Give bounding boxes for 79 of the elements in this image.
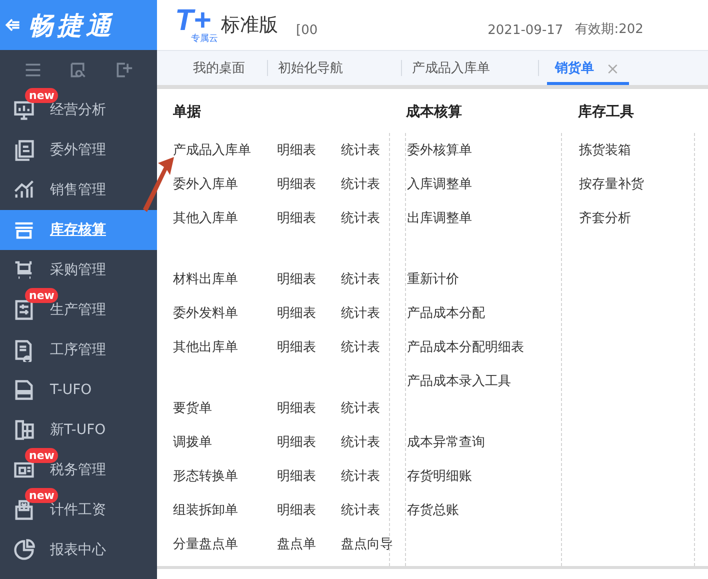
menu-link[interactable]: 盘点单 <box>277 535 341 553</box>
date-text: 2021-09-17 <box>488 23 564 38</box>
section-heading: 库存工具 <box>578 103 635 122</box>
menu-link[interactable]: 明细表 <box>277 399 341 417</box>
menu-link[interactable]: 其他入库单 <box>173 209 277 227</box>
menu-link[interactable]: 入库调整单 <box>407 175 472 193</box>
menu-link[interactable]: 明细表 <box>277 270 341 288</box>
menu-link[interactable]: 统计表 <box>341 399 380 417</box>
edition-label: 标准版 <box>221 13 278 38</box>
search-icon[interactable] <box>69 61 88 79</box>
sidebar-item[interactable]: new 经营分析 <box>0 90 157 130</box>
menu-link[interactable]: 出库调整单 <box>407 209 472 227</box>
brand-logo: 畅捷通 <box>28 10 115 42</box>
menu-link[interactable]: 存货总账 <box>407 501 459 519</box>
menu-link[interactable]: 统计表 <box>341 338 380 356</box>
menu-link[interactable]: 明细表 <box>277 209 341 227</box>
menu-link[interactable]: 盘点向导 <box>341 535 393 553</box>
validity-text: 有效期:202 <box>575 21 644 38</box>
menu-link[interactable]: 统计表 <box>341 467 380 485</box>
menu-link[interactable]: 统计表 <box>341 141 380 159</box>
menu-link[interactable]: 要货单 <box>173 399 277 417</box>
tab[interactable]: 我的桌面 <box>191 51 259 85</box>
sidebar-item[interactable]: 采购管理 <box>0 250 157 290</box>
menu-link[interactable]: 产成品入库单 <box>173 141 277 159</box>
company-name: [00 <box>296 23 318 38</box>
menu-link[interactable]: 存货明细账 <box>407 467 472 485</box>
section-heading: 单据 <box>173 103 202 122</box>
sidebar-item[interactable]: 工序管理 <box>0 330 157 370</box>
menu-link[interactable]: 明细表 <box>277 467 341 485</box>
menu-item-icon <box>12 538 36 562</box>
menu-link[interactable]: 明细表 <box>277 338 341 356</box>
menu-link[interactable]: 分量盘点单 <box>173 535 277 553</box>
menu-icon[interactable] <box>24 61 42 79</box>
back-arrow-icon[interactable] <box>4 16 22 34</box>
section-heading: 成本核算 <box>406 103 463 122</box>
sidebar-item[interactable]: 委外管理 <box>0 130 157 170</box>
sidebar-item[interactable]: 新T-UFO <box>0 410 157 450</box>
menu-link[interactable]: 成本异常查询 <box>407 433 485 451</box>
tab[interactable]: 初始化导航 <box>276 51 393 85</box>
menu-link[interactable]: 材料出库单 <box>173 270 277 288</box>
new-badge: new <box>25 488 58 503</box>
menu-link[interactable]: 组装拆卸单 <box>173 501 277 519</box>
menu-link[interactable]: 产品成本分配明细表 <box>407 338 524 356</box>
menu-link[interactable]: 明细表 <box>277 175 341 193</box>
sidebar-item[interactable]: T-UFO <box>0 370 157 410</box>
sidebar-item[interactable]: new 计件工资 <box>0 490 157 530</box>
new-badge: new <box>25 448 58 463</box>
menu-link[interactable]: 齐套分析 <box>579 209 631 227</box>
menu-link[interactable]: 明细表 <box>277 433 341 451</box>
menu-link[interactable]: 委外发料单 <box>173 304 277 322</box>
menu-link[interactable]: 重新计价 <box>407 270 459 288</box>
menu-link[interactable]: 按存量补货 <box>579 175 644 193</box>
tab[interactable]: 销货单 × <box>547 51 630 85</box>
menu-link[interactable]: 形态转换单 <box>173 467 277 485</box>
menu-link[interactable]: 调拨单 <box>173 433 277 451</box>
sidebar-item[interactable]: new 生产管理 <box>0 290 157 330</box>
tab[interactable]: 产成品入库单 <box>410 51 530 85</box>
product-logo: T+ 专属云 <box>175 6 219 44</box>
menu-link[interactable]: 明细表 <box>277 501 341 519</box>
sidebar-item[interactable]: 销售管理 <box>0 170 157 210</box>
menu-link[interactable]: 统计表 <box>341 501 380 519</box>
menu-link[interactable]: 明细表 <box>277 141 341 159</box>
menu-link[interactable]: 产品成本分配 <box>407 304 485 322</box>
menu-link[interactable]: 统计表 <box>341 209 380 227</box>
new-badge: new <box>25 288 58 303</box>
menu-link[interactable]: 统计表 <box>341 433 380 451</box>
menu-link[interactable]: 统计表 <box>341 270 380 288</box>
menu-link[interactable]: 其他出库单 <box>173 338 277 356</box>
menu-link[interactable]: 委外入库单 <box>173 175 277 193</box>
menu-link[interactable]: 产品成本录入工具 <box>407 372 511 390</box>
menu-link[interactable]: 统计表 <box>341 175 380 193</box>
new-badge: new <box>25 88 58 103</box>
menu-link[interactable]: 明细表 <box>277 304 341 322</box>
menu-link[interactable]: 拣货装箱 <box>579 141 631 159</box>
menu-link[interactable]: 统计表 <box>341 304 380 322</box>
menu-link[interactable]: 委外核算单 <box>407 141 472 159</box>
sidebar-item[interactable]: new 税务管理 <box>0 450 157 490</box>
add-icon[interactable] <box>115 61 134 79</box>
sidebar-item[interactable]: 报表中心 <box>0 530 157 570</box>
